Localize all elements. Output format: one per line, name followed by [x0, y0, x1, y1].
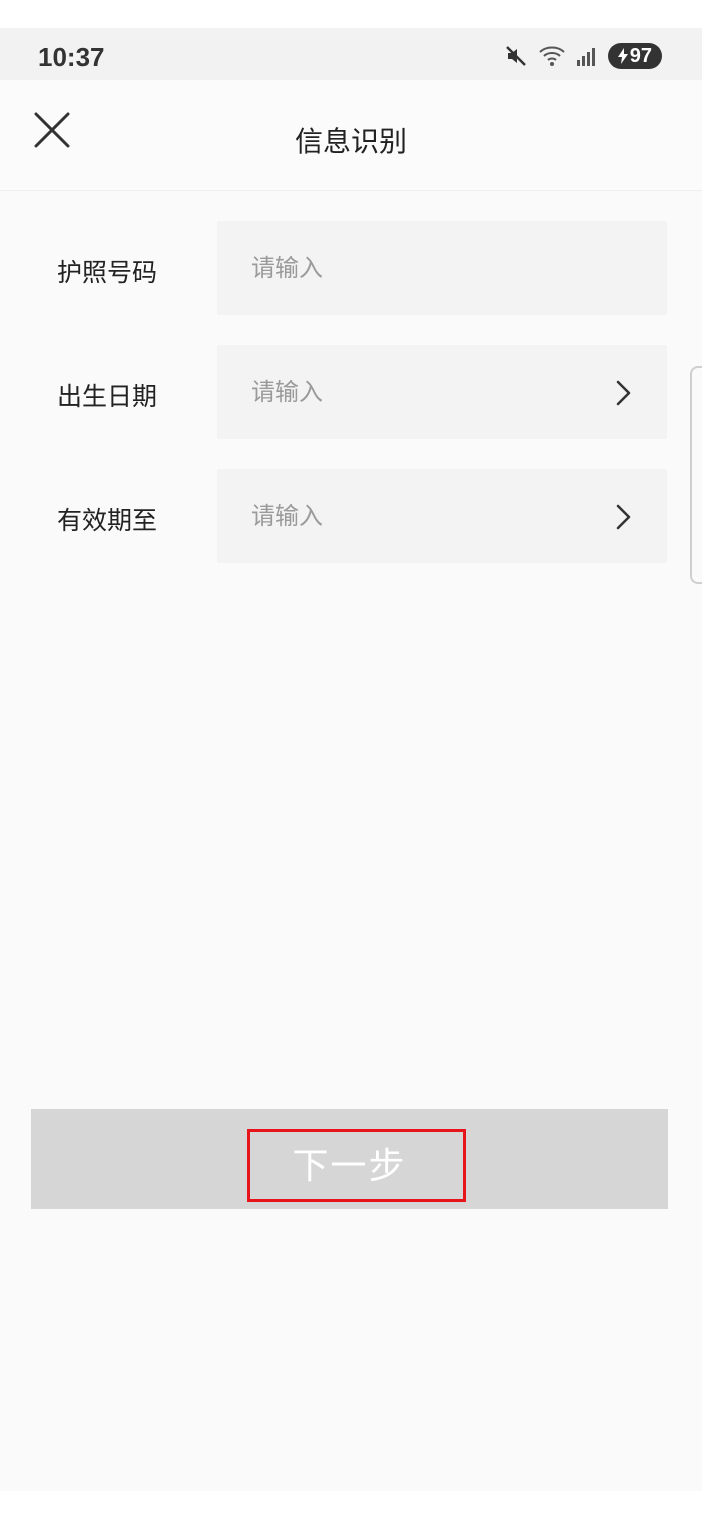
- next-step-label: 下一步: [292, 1146, 407, 1187]
- status-time: 10:37: [38, 42, 105, 72]
- passport-number-field[interactable]: [217, 221, 667, 315]
- signal-icon: [576, 45, 598, 67]
- form-row-passport-number: 护照号码: [0, 221, 702, 315]
- top-padding: [0, 0, 702, 28]
- page-title: 信息识别: [294, 125, 407, 158]
- passport-number-input[interactable]: [249, 245, 583, 291]
- status-icons: 97: [504, 42, 662, 70]
- birth-date-field[interactable]: [217, 345, 667, 439]
- next-step-button[interactable]: 下一步: [31, 1109, 668, 1209]
- passport-number-label: 护照号码: [56, 258, 157, 287]
- status-bar: 10:37 97: [0, 28, 702, 80]
- battery-indicator: 97: [607, 43, 662, 69]
- form-row-expiry-date: 有效期至: [0, 469, 702, 563]
- expiry-date-input[interactable]: [249, 493, 583, 539]
- expiry-date-label: 有效期至: [56, 506, 157, 535]
- birth-date-label: 出生日期: [56, 382, 157, 411]
- wifi-icon: [538, 44, 566, 68]
- form-row-birth-date: 出生日期: [0, 345, 702, 439]
- chevron-right-icon: [616, 504, 631, 530]
- battery-icon: [617, 48, 628, 64]
- expiry-date-field[interactable]: [217, 469, 667, 563]
- chevron-right-icon: [616, 380, 631, 406]
- mute-icon: [504, 44, 528, 68]
- form-content: 护照号码 出生日期 有效期至: [0, 191, 702, 1491]
- battery-level: 97: [629, 44, 652, 67]
- side-scroll-handle[interactable]: [690, 366, 702, 584]
- birth-date-input[interactable]: [249, 369, 583, 415]
- page-header: 信息识别: [0, 80, 702, 191]
